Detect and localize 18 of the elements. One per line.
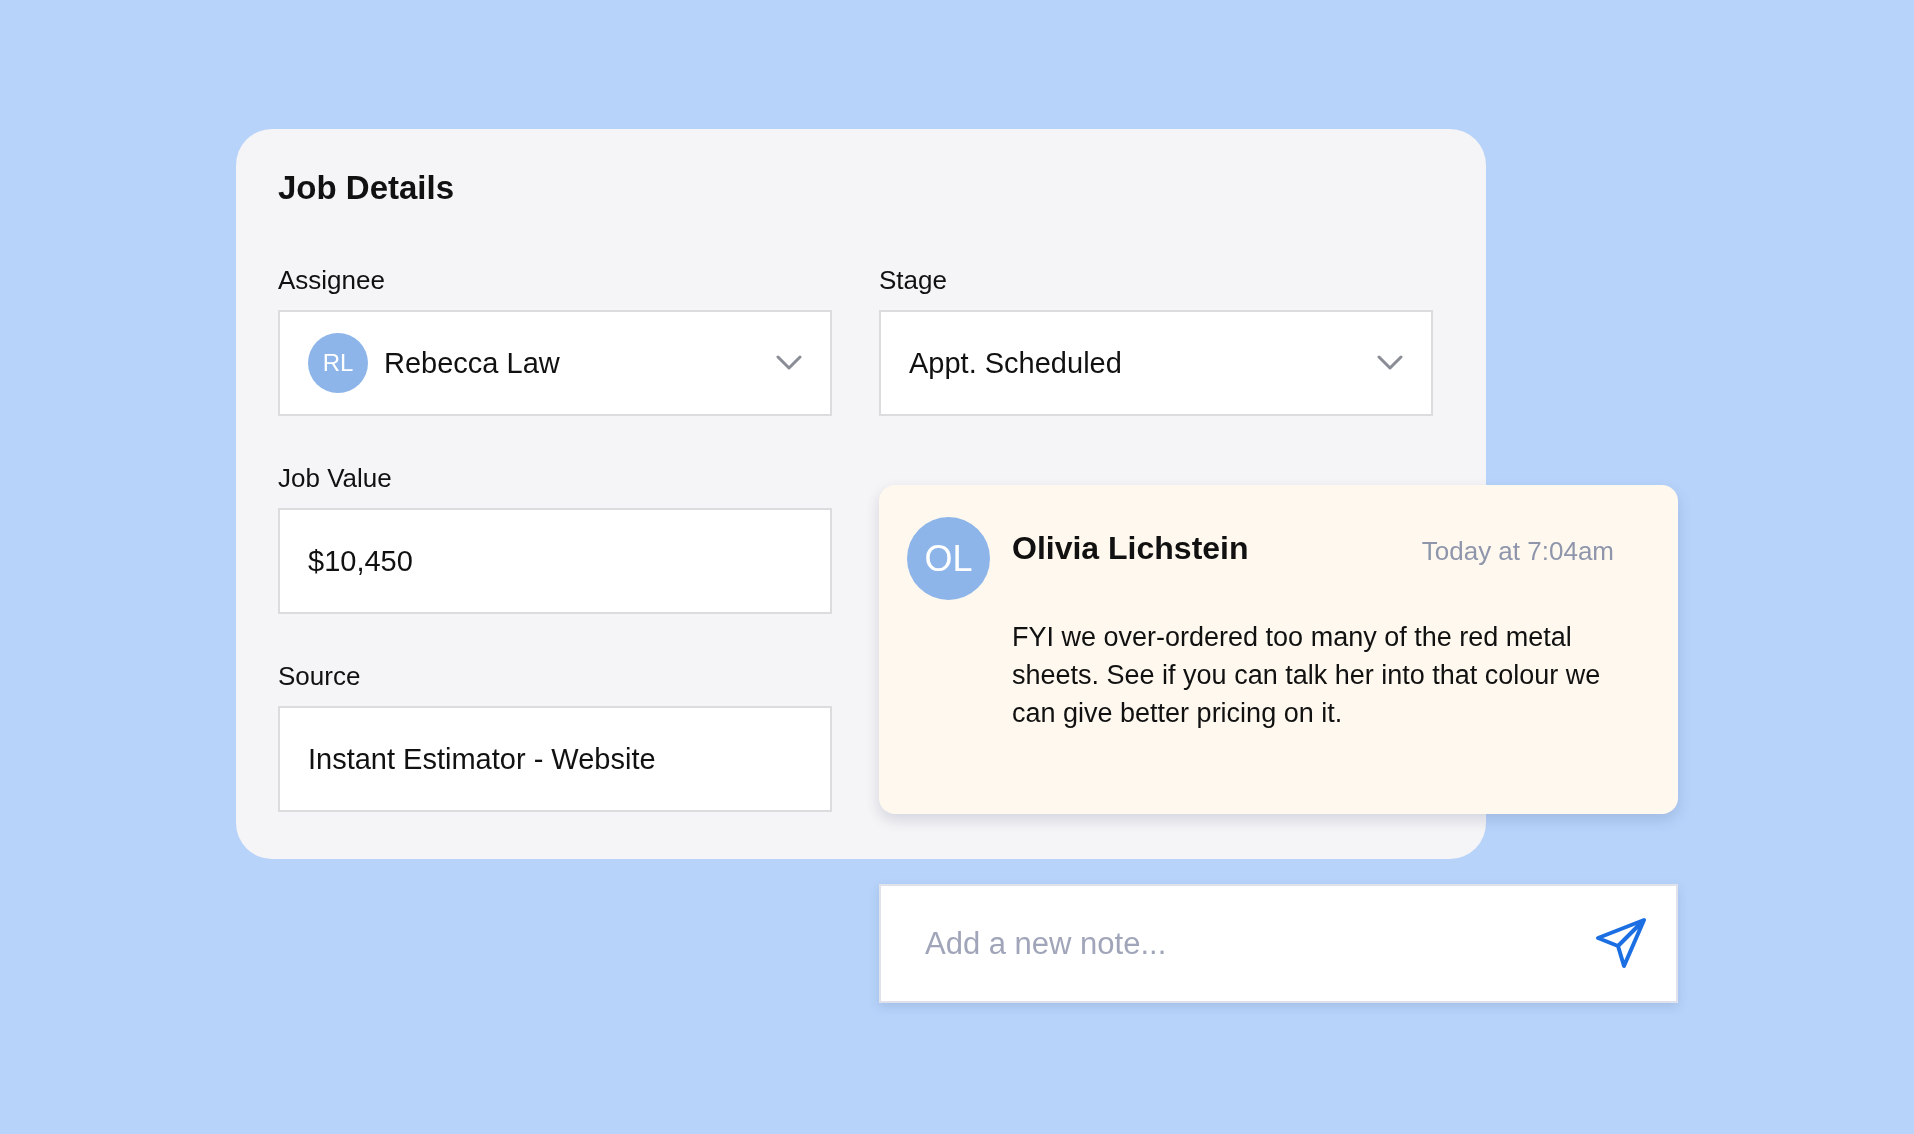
input-field[interactable]: $10,450: [278, 508, 832, 614]
field-label: Source: [278, 661, 361, 692]
chevron-down-icon: [776, 355, 802, 371]
avatar: RL: [308, 333, 368, 393]
note-text: FYI we over-ordered too many of the red metal sheets. See if you can talk her into that colour we can give better pricing on it.: [1012, 621, 1602, 730]
select-field[interactable]: Appt. Scheduled: [879, 310, 1433, 416]
input-field[interactable]: Instant Estimator - Website: [278, 706, 832, 812]
send-icon[interactable]: [1594, 916, 1648, 970]
note-input-field[interactable]: Add a new note...: [879, 884, 1678, 1003]
avatar: OL: [907, 517, 990, 600]
author-name: Olivia Lichstein: [1012, 530, 1249, 567]
field-label: Job Value: [278, 463, 392, 494]
chevron-down-icon: [1377, 355, 1403, 371]
select-field[interactable]: RL Rebecca Law: [278, 310, 832, 416]
field-label: Stage: [879, 265, 947, 296]
timestamp: Today at 7:04am: [1421, 536, 1614, 567]
field-label: Assignee: [278, 265, 385, 296]
card-title: Job Details: [278, 169, 456, 207]
